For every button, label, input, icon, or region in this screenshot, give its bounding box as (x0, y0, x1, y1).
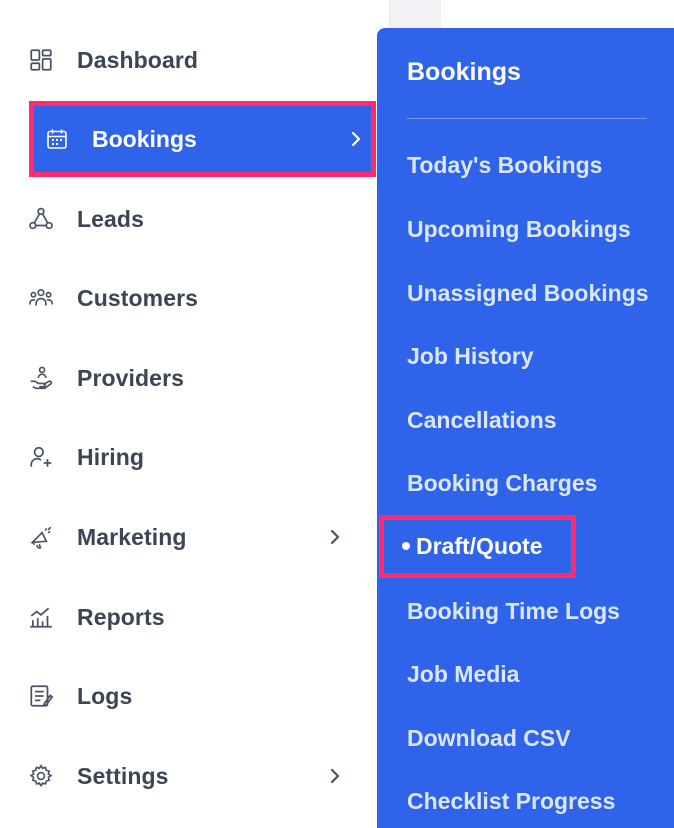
leads-icon (27, 205, 55, 233)
sidebar-item-label: Marketing (77, 523, 187, 550)
calendar-icon (44, 126, 70, 152)
submenu-item-booking-charges[interactable]: Booking Charges (407, 470, 597, 497)
sidebar-item-providers[interactable]: Providers (0, 348, 389, 408)
customers-icon (27, 284, 55, 312)
bullet-icon (402, 542, 410, 550)
submenu-item-upcoming-bookings[interactable]: Upcoming Bookings (407, 216, 631, 243)
logs-icon (27, 682, 55, 710)
sidebar-item-bookings[interactable]: Bookings (29, 101, 376, 177)
sidebar-item-leads[interactable]: Leads (0, 189, 389, 249)
submenu-item-booking-time-logs[interactable]: Booking Time Logs (407, 598, 620, 625)
sidebar-item-logs[interactable]: Logs (0, 666, 389, 726)
submenu-item-todays-bookings[interactable]: Today's Bookings (407, 152, 602, 179)
sidebar-item-label: Bookings (92, 125, 197, 152)
submenu-item-cancellations[interactable]: Cancellations (407, 407, 557, 434)
chevron-right-icon[interactable] (347, 130, 365, 148)
submenu-item-checklist-progress[interactable]: Checklist Progress (407, 788, 615, 815)
sidebar-item-customers[interactable]: Customers (0, 268, 389, 328)
sidebar-item-label: Hiring (77, 443, 145, 470)
sidebar-item-label: Logs (77, 682, 133, 709)
bookings-submenu: Bookings Today's Bookings Upcoming Booki… (377, 28, 674, 828)
chevron-right-icon[interactable] (326, 528, 344, 546)
sidebar-item-label: Reports (77, 603, 165, 630)
sidebar-item-label: Settings (77, 762, 169, 789)
sidebar-item-label: Providers (77, 364, 185, 391)
reports-icon (27, 603, 55, 631)
sidebar-item-hiring[interactable]: Hiring (0, 427, 389, 487)
submenu-item-label: Draft/Quote (416, 533, 543, 559)
submenu-title: Bookings (407, 58, 521, 86)
providers-icon (27, 364, 55, 392)
submenu-item-download-csv[interactable]: Download CSV (407, 725, 571, 752)
submenu-item-job-media[interactable]: Job Media (407, 661, 519, 688)
sidebar-item-dashboard[interactable]: Dashboard (0, 30, 389, 90)
sidebar-item-marketing[interactable]: Marketing (0, 507, 389, 567)
hiring-icon (27, 443, 55, 471)
gear-icon (27, 762, 55, 790)
megaphone-icon (27, 523, 55, 551)
dashboard-icon (27, 46, 55, 74)
sidebar-item-reports[interactable]: Reports (0, 587, 389, 647)
sidebar-item-label: Leads (77, 205, 144, 232)
submenu-item-unassigned-bookings[interactable]: Unassigned Bookings (407, 280, 649, 307)
sidebar-item-settings[interactable]: Settings (0, 746, 389, 806)
submenu-item-job-history[interactable]: Job History (407, 343, 534, 370)
sidebar-item-label: Dashboard (77, 46, 199, 73)
submenu-divider (407, 118, 647, 119)
sidebar-item-label: Customers (77, 284, 199, 311)
chevron-right-icon[interactable] (326, 767, 344, 785)
submenu-item-draft-quote[interactable]: Draft/Quote (379, 515, 576, 578)
